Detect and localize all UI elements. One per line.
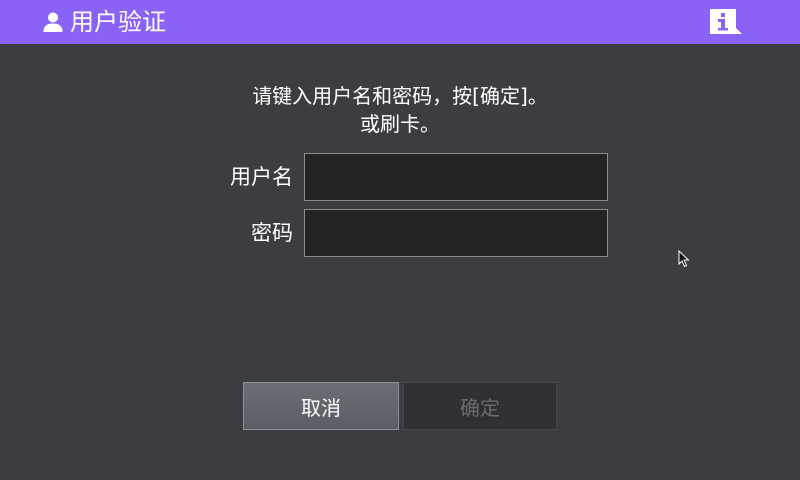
password-label: 密码	[251, 221, 293, 245]
mouse-pointer-icon	[678, 250, 690, 268]
instruction-line-1: 请键入用户名和密码，按[确定]。	[252, 84, 548, 108]
instruction-line-2: 或刷卡。	[360, 112, 440, 136]
ok-button[interactable]: 确定	[403, 382, 557, 430]
title-bar: 用户验证	[0, 0, 800, 44]
user-icon	[43, 12, 63, 32]
cancel-button[interactable]: 取消	[243, 382, 399, 430]
password-input[interactable]	[304, 209, 608, 257]
username-input[interactable]	[304, 153, 608, 201]
page-title: 用户验证	[70, 8, 166, 36]
username-label: 用户名	[230, 165, 293, 189]
info-icon[interactable]	[707, 6, 745, 38]
instruction-text: 请键入用户名和密码，按[确定]。 或刷卡。	[200, 82, 600, 138]
